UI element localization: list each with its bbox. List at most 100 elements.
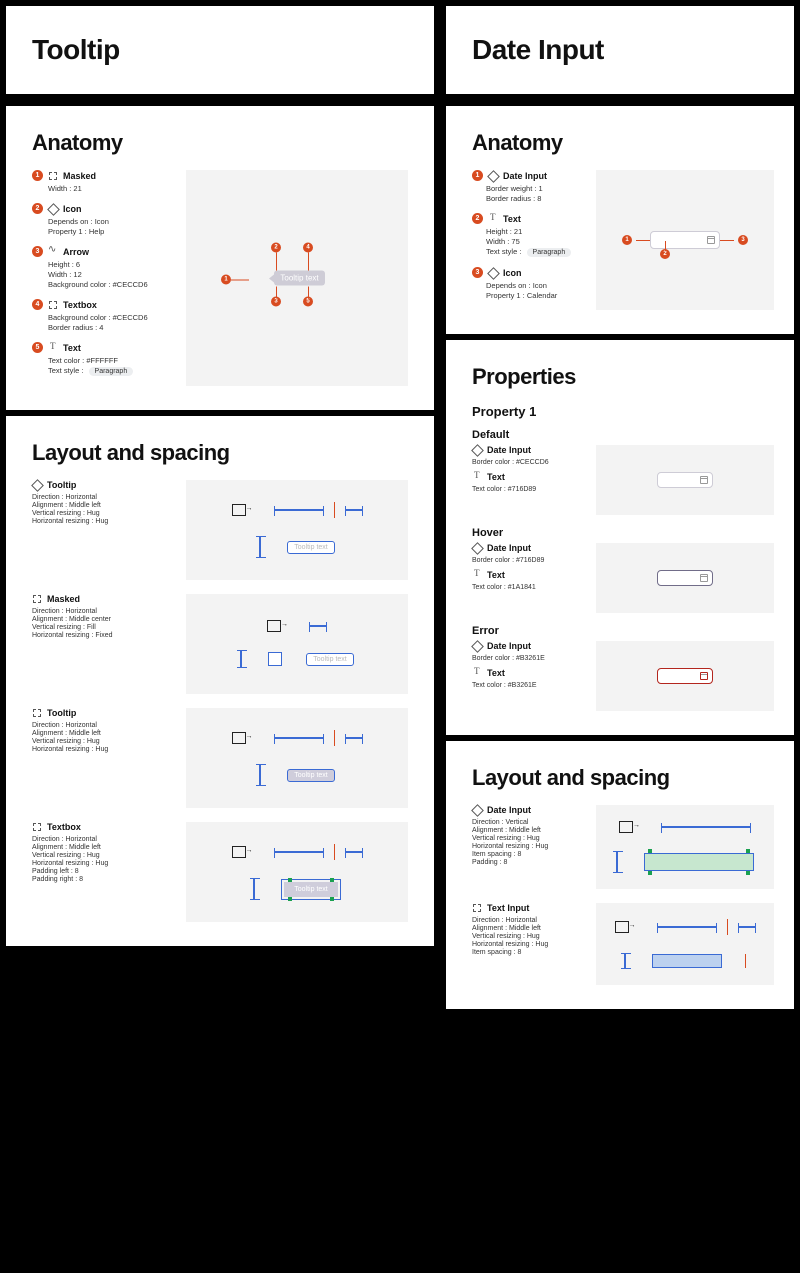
frame-icon [48, 171, 58, 181]
layout-prop: Padding : 8 [472, 859, 582, 866]
layout-prop: Item spacing : 8 [472, 949, 582, 956]
diamond-icon [472, 641, 482, 651]
section-heading: Anatomy [472, 130, 774, 156]
date-input-preview [657, 668, 713, 684]
anatomy-item-title: Textbox [63, 300, 97, 310]
layout-item-title: Date Input [487, 805, 531, 815]
layout-preview: Tooltip text [186, 594, 408, 694]
badge-label: Text style : [48, 366, 83, 375]
anatomy-prop: Text style : Paragraph [48, 366, 172, 376]
anatomy-prop: Background color : #CECCD6 [48, 280, 172, 289]
layout-spec: Date Input Direction : Vertical Alignmen… [472, 805, 582, 889]
span-indicator [309, 625, 327, 627]
text-style-badge: Paragraph [89, 367, 134, 376]
diamond-icon [472, 445, 482, 455]
date-input-ghost [644, 853, 754, 871]
preview-pin: 2 [271, 243, 281, 253]
tick-indicator [334, 502, 335, 518]
tooltip-preview-text: Tooltip text [280, 274, 318, 283]
spec-name: Text [487, 668, 505, 678]
anatomy-panel-tooltip: Anatomy 1 Masked Width : 21 2 [6, 106, 434, 410]
anatomy-item-title: Masked [63, 171, 96, 181]
state-preview [596, 641, 774, 711]
anatomy-item: 3 Arrow Height : 6 Width : 12 Background… [32, 246, 172, 289]
anatomy-item-title: Text [63, 343, 81, 353]
anatomy-item: 1 Date Input Border weight : 1 Border ra… [472, 170, 582, 203]
pin-line [720, 240, 734, 241]
anatomy-prop: Width : 21 [48, 184, 172, 193]
anatomy-prop: Width : 75 [486, 237, 582, 246]
spec-name: Date Input [487, 445, 531, 455]
state-heading: Default [472, 429, 774, 441]
section-heading: Layout and spacing [32, 440, 408, 466]
pin-line [665, 241, 666, 251]
textbox-ghost: Tooltip text [284, 882, 337, 897]
layout-prop: Padding right : 8 [32, 876, 172, 883]
layout-prop: Item spacing : 8 [472, 851, 582, 858]
diamond-icon [48, 204, 58, 214]
anatomy-number-badge: 3 [472, 267, 483, 278]
pin-line [308, 287, 309, 299]
calendar-icon [700, 476, 708, 484]
layout-prop: Alignment : Middle left [472, 827, 582, 834]
layout-item-title: Textbox [47, 822, 81, 832]
spec-prop: Border color : #716D89 [472, 557, 582, 564]
state-preview [596, 543, 774, 613]
anatomy-item-title: Icon [503, 268, 522, 278]
state-preview [596, 445, 774, 515]
layout-spec: Masked Direction : Horizontal Alignment … [32, 594, 172, 694]
text-icon [488, 214, 498, 224]
section-heading: Properties [472, 364, 774, 390]
text-icon [472, 472, 482, 482]
pad-tick [648, 871, 652, 875]
autolayout-icon [615, 921, 629, 933]
layout-preview: Tooltip text [186, 708, 408, 808]
ghost-text: Tooltip text [294, 544, 327, 551]
span-indicator [661, 826, 751, 828]
text-icon [48, 343, 58, 353]
tick-indicator [334, 844, 335, 860]
tooltip-ghost: Tooltip text [287, 541, 334, 554]
anatomy-number-badge: 3 [32, 246, 43, 257]
layout-spec: Tooltip Direction : Horizontal Alignment… [32, 708, 172, 808]
anatomy-item-title: Icon [63, 204, 82, 214]
state-heading: Error [472, 625, 774, 637]
anatomy-preview: 1 3 2 [596, 170, 774, 310]
layout-panel-date: Layout and spacing Date Input Direction … [446, 741, 794, 1009]
date-input-shape [650, 231, 720, 249]
layout-item-title: Text Input [487, 903, 529, 913]
calendar-icon [700, 574, 708, 582]
diamond-icon [472, 805, 482, 815]
span-indicator [345, 509, 363, 511]
title-panel-tooltip: Tooltip [6, 6, 434, 94]
layout-preview [596, 903, 774, 985]
span-indicator [259, 536, 261, 558]
layout-prop: Horizontal resizing : Hug [32, 518, 172, 525]
layout-prop: Horizontal resizing : Hug [472, 941, 582, 948]
pin-line [276, 253, 277, 271]
layout-prop: Vertical resizing : Fill [32, 624, 172, 631]
pad-tick [648, 849, 652, 853]
pin-line [231, 280, 249, 281]
layout-prop: Alignment : Middle left [472, 925, 582, 932]
text-icon [472, 570, 482, 580]
anatomy-item: 4 Textbox Background color : #CECCD6 Bor… [32, 299, 172, 332]
layout-prop: Vertical resizing : Hug [32, 738, 172, 745]
anatomy-prop: Height : 21 [486, 227, 582, 236]
layout-preview: Tooltip text [186, 822, 408, 922]
preview-pin: 4 [303, 243, 313, 253]
title-panel-date-input: Date Input [446, 6, 794, 94]
anatomy-preview: Tooltip text 1 2 4 3 5 [186, 170, 408, 386]
frame-icon [48, 300, 58, 310]
layout-prop: Alignment : Middle left [32, 502, 172, 509]
layout-prop: Horizontal resizing : Hug [32, 860, 172, 867]
frame-icon [472, 903, 482, 913]
span-indicator [345, 851, 363, 853]
anatomy-prop: Width : 12 [48, 270, 172, 279]
frame-icon [32, 822, 42, 832]
spec-prop: Text color : #716D89 [472, 486, 582, 493]
tooltip-box-shape: Tooltip text [274, 271, 324, 286]
layout-prop: Direction : Vertical [472, 819, 582, 826]
anatomy-item: 2 Icon Depends on : Icon Property 1 : He… [32, 203, 172, 236]
ghost-text: Tooltip text [294, 886, 327, 893]
